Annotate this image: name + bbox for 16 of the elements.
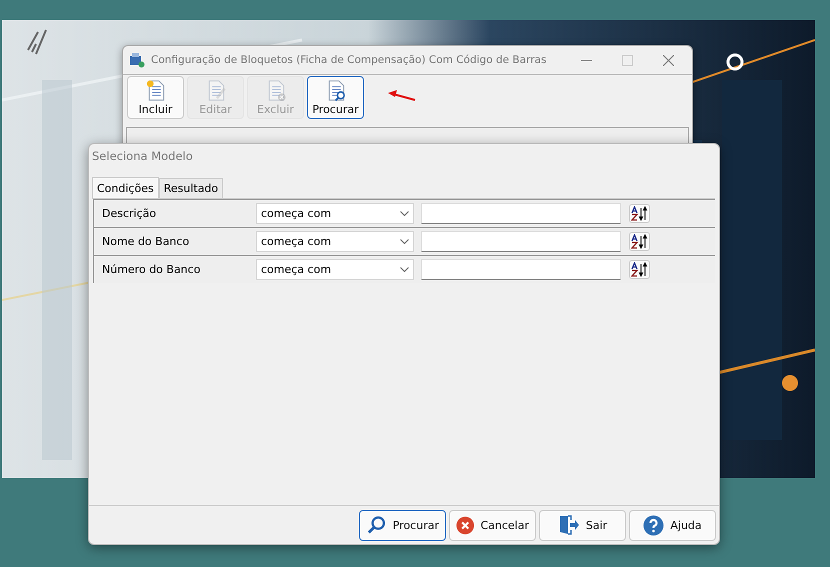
field-label: Descrição bbox=[101, 207, 158, 220]
operator-dropdown[interactable]: começa com bbox=[256, 231, 414, 252]
dialog-button[interactable]: Procurar bbox=[359, 510, 446, 540]
toolbar-button[interactable]: Procurar bbox=[307, 76, 364, 119]
dialog-title: Seleciona Modelo bbox=[91, 148, 194, 165]
dialog-button[interactable]: Cancelar bbox=[449, 510, 536, 540]
operator-dropdown[interactable]: começa com bbox=[256, 203, 414, 224]
field-label: Nome do Banco bbox=[101, 235, 190, 248]
toolbar-button[interactable]: Incluir bbox=[127, 76, 184, 119]
tab[interactable]: Resultado bbox=[158, 178, 224, 198]
dialog-button[interactable]: Ajuda bbox=[629, 510, 716, 540]
tab[interactable]: Condições bbox=[92, 177, 159, 199]
field-label: Número do Banco bbox=[101, 263, 202, 276]
dialog-button[interactable]: Sair bbox=[539, 510, 626, 540]
window-title: Configuração de Bloquetos (Ficha de Compensação) Com Código de Barras bbox=[151, 54, 548, 66]
operator-dropdown[interactable]: começa com bbox=[256, 259, 414, 280]
